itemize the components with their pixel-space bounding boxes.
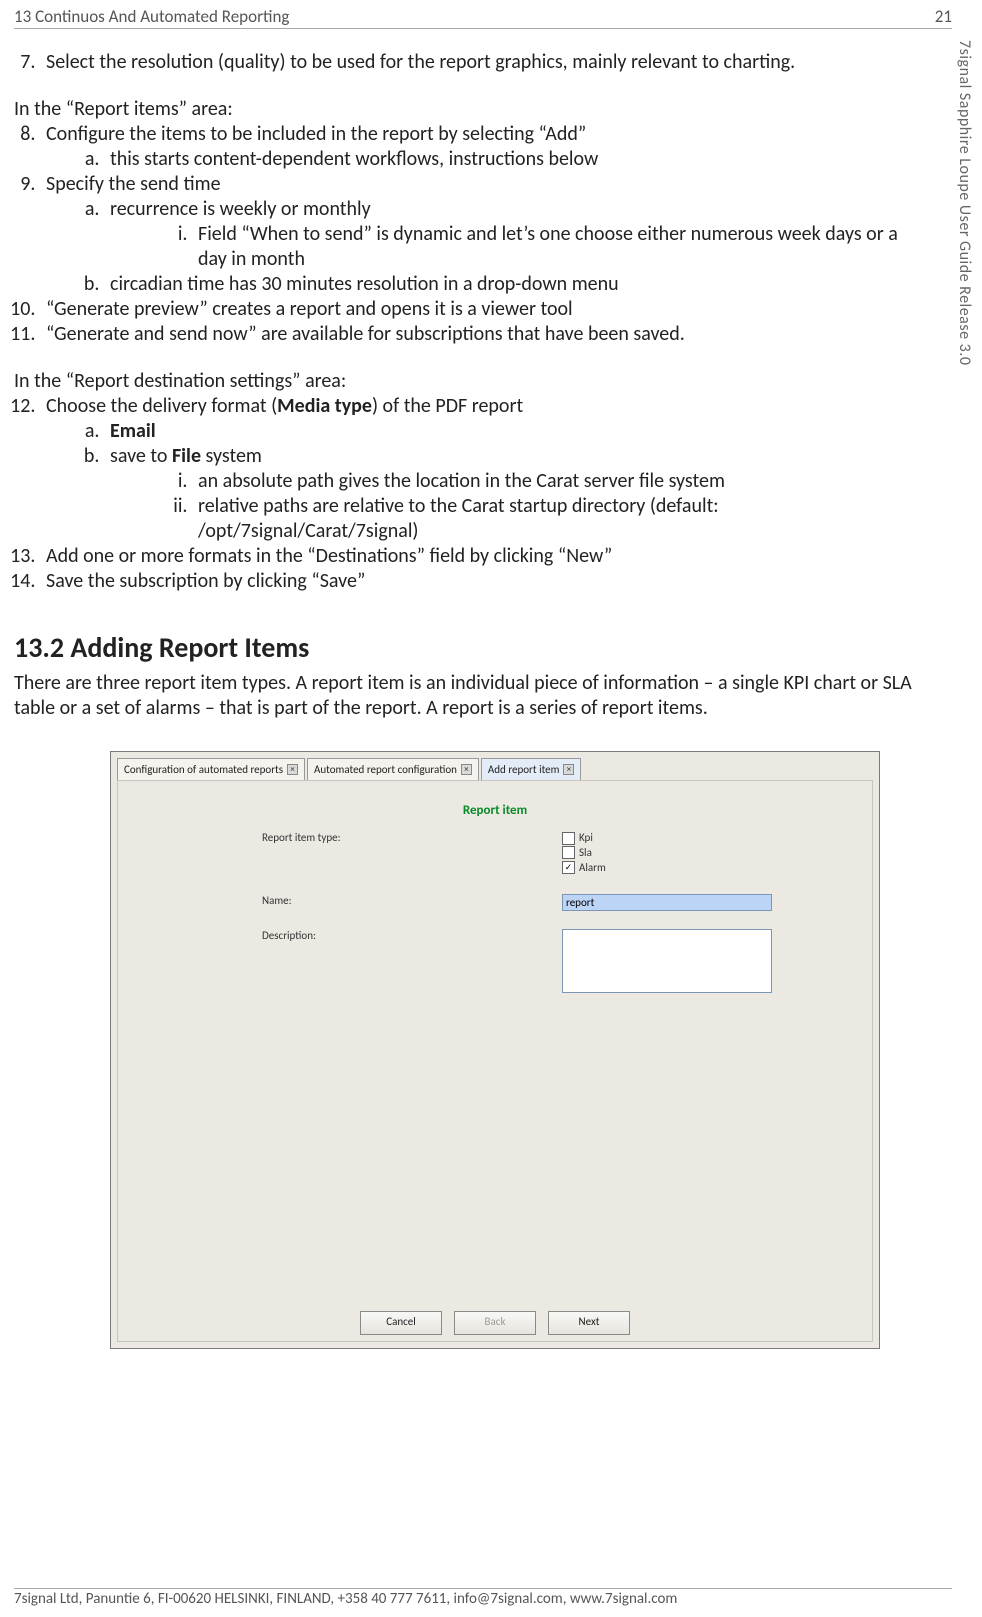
tab-automated-report-config[interactable]: Automated report configuration × bbox=[307, 758, 479, 780]
section-lead-report-items: In the “Report items” area: bbox=[14, 97, 914, 122]
header-chapter: 13 Continuos And Automated Reporting bbox=[14, 6, 289, 27]
sidebar-doc-title: 7signal Sapphire Loupe User Guide Releas… bbox=[952, 40, 974, 440]
next-button[interactable]: Next bbox=[548, 1311, 630, 1335]
tab-label: Automated report configuration bbox=[314, 763, 457, 777]
tab-label: Add report item bbox=[488, 763, 560, 777]
footer-text: 7signal Ltd, Panuntie 6, FI-00620 HELSIN… bbox=[14, 1590, 952, 1609]
label-description: Description: bbox=[122, 929, 562, 993]
tab-add-report-item[interactable]: Add report item × bbox=[481, 758, 582, 780]
checkbox-sla[interactable] bbox=[562, 846, 575, 859]
step-12a: Email bbox=[104, 419, 914, 444]
step-7: Select the resolution (quality) to be us… bbox=[40, 50, 914, 75]
close-icon[interactable]: × bbox=[287, 764, 298, 775]
checkbox-kpi[interactable] bbox=[562, 832, 575, 845]
step-9a: recurrence is weekly or monthly Field “W… bbox=[104, 197, 914, 272]
step-12b: save to File system an absolute path giv… bbox=[104, 444, 914, 544]
header-page-number: 21 bbox=[935, 6, 952, 27]
step-8: Configure the items to be included in th… bbox=[40, 122, 914, 172]
tab-label: Configuration of automated reports bbox=[124, 763, 283, 777]
close-icon[interactable]: × bbox=[563, 764, 574, 775]
checkbox-alarm[interactable] bbox=[562, 861, 575, 874]
cancel-button[interactable]: Cancel bbox=[360, 1311, 442, 1335]
step-12b-ii: relative paths are relative to the Carat… bbox=[192, 494, 914, 544]
description-input[interactable] bbox=[562, 929, 772, 993]
step-9: Specify the send time recurrence is week… bbox=[40, 172, 914, 297]
section-heading: 13.2 Adding Report Items bbox=[14, 630, 914, 665]
label-report-item-type: Report item type: bbox=[122, 831, 562, 875]
header-rule bbox=[14, 28, 952, 29]
checkbox-alarm-label: Alarm bbox=[579, 861, 606, 875]
step-9b: circadian time has 30 minutes resolution… bbox=[104, 272, 914, 297]
checkbox-kpi-label: Kpi bbox=[579, 831, 593, 845]
section-body: There are three report item types. A rep… bbox=[14, 671, 914, 721]
step-12b-i: an absolute path gives the location in t… bbox=[192, 469, 914, 494]
section-lead-destination: In the “Report destination settings” are… bbox=[14, 369, 914, 394]
screenshot-add-report-item: Configuration of automated reports × Aut… bbox=[110, 751, 880, 1349]
footer-rule bbox=[14, 1588, 952, 1589]
form-heading: Report item bbox=[122, 803, 868, 819]
step-9a-i: Field “When to send” is dynamic and let’… bbox=[192, 222, 914, 272]
step-12: Choose the delivery format (Media type) … bbox=[40, 394, 914, 544]
tab-config-automated-reports[interactable]: Configuration of automated reports × bbox=[117, 758, 305, 780]
step-14: Save the subscription by clicking “Save” bbox=[40, 569, 914, 594]
checkbox-sla-label: Sla bbox=[579, 846, 592, 860]
step-13: Add one or more formats in the “Destinat… bbox=[40, 544, 914, 569]
label-name: Name: bbox=[122, 894, 562, 911]
close-icon[interactable]: × bbox=[461, 764, 472, 775]
back-button[interactable]: Back bbox=[454, 1311, 536, 1335]
name-input[interactable]: report bbox=[562, 894, 772, 911]
step-8a: this starts content-dependent workflows,… bbox=[104, 147, 914, 172]
step-11: “Generate and send now” are available fo… bbox=[40, 322, 914, 347]
step-10: “Generate preview” creates a report and … bbox=[40, 297, 914, 322]
